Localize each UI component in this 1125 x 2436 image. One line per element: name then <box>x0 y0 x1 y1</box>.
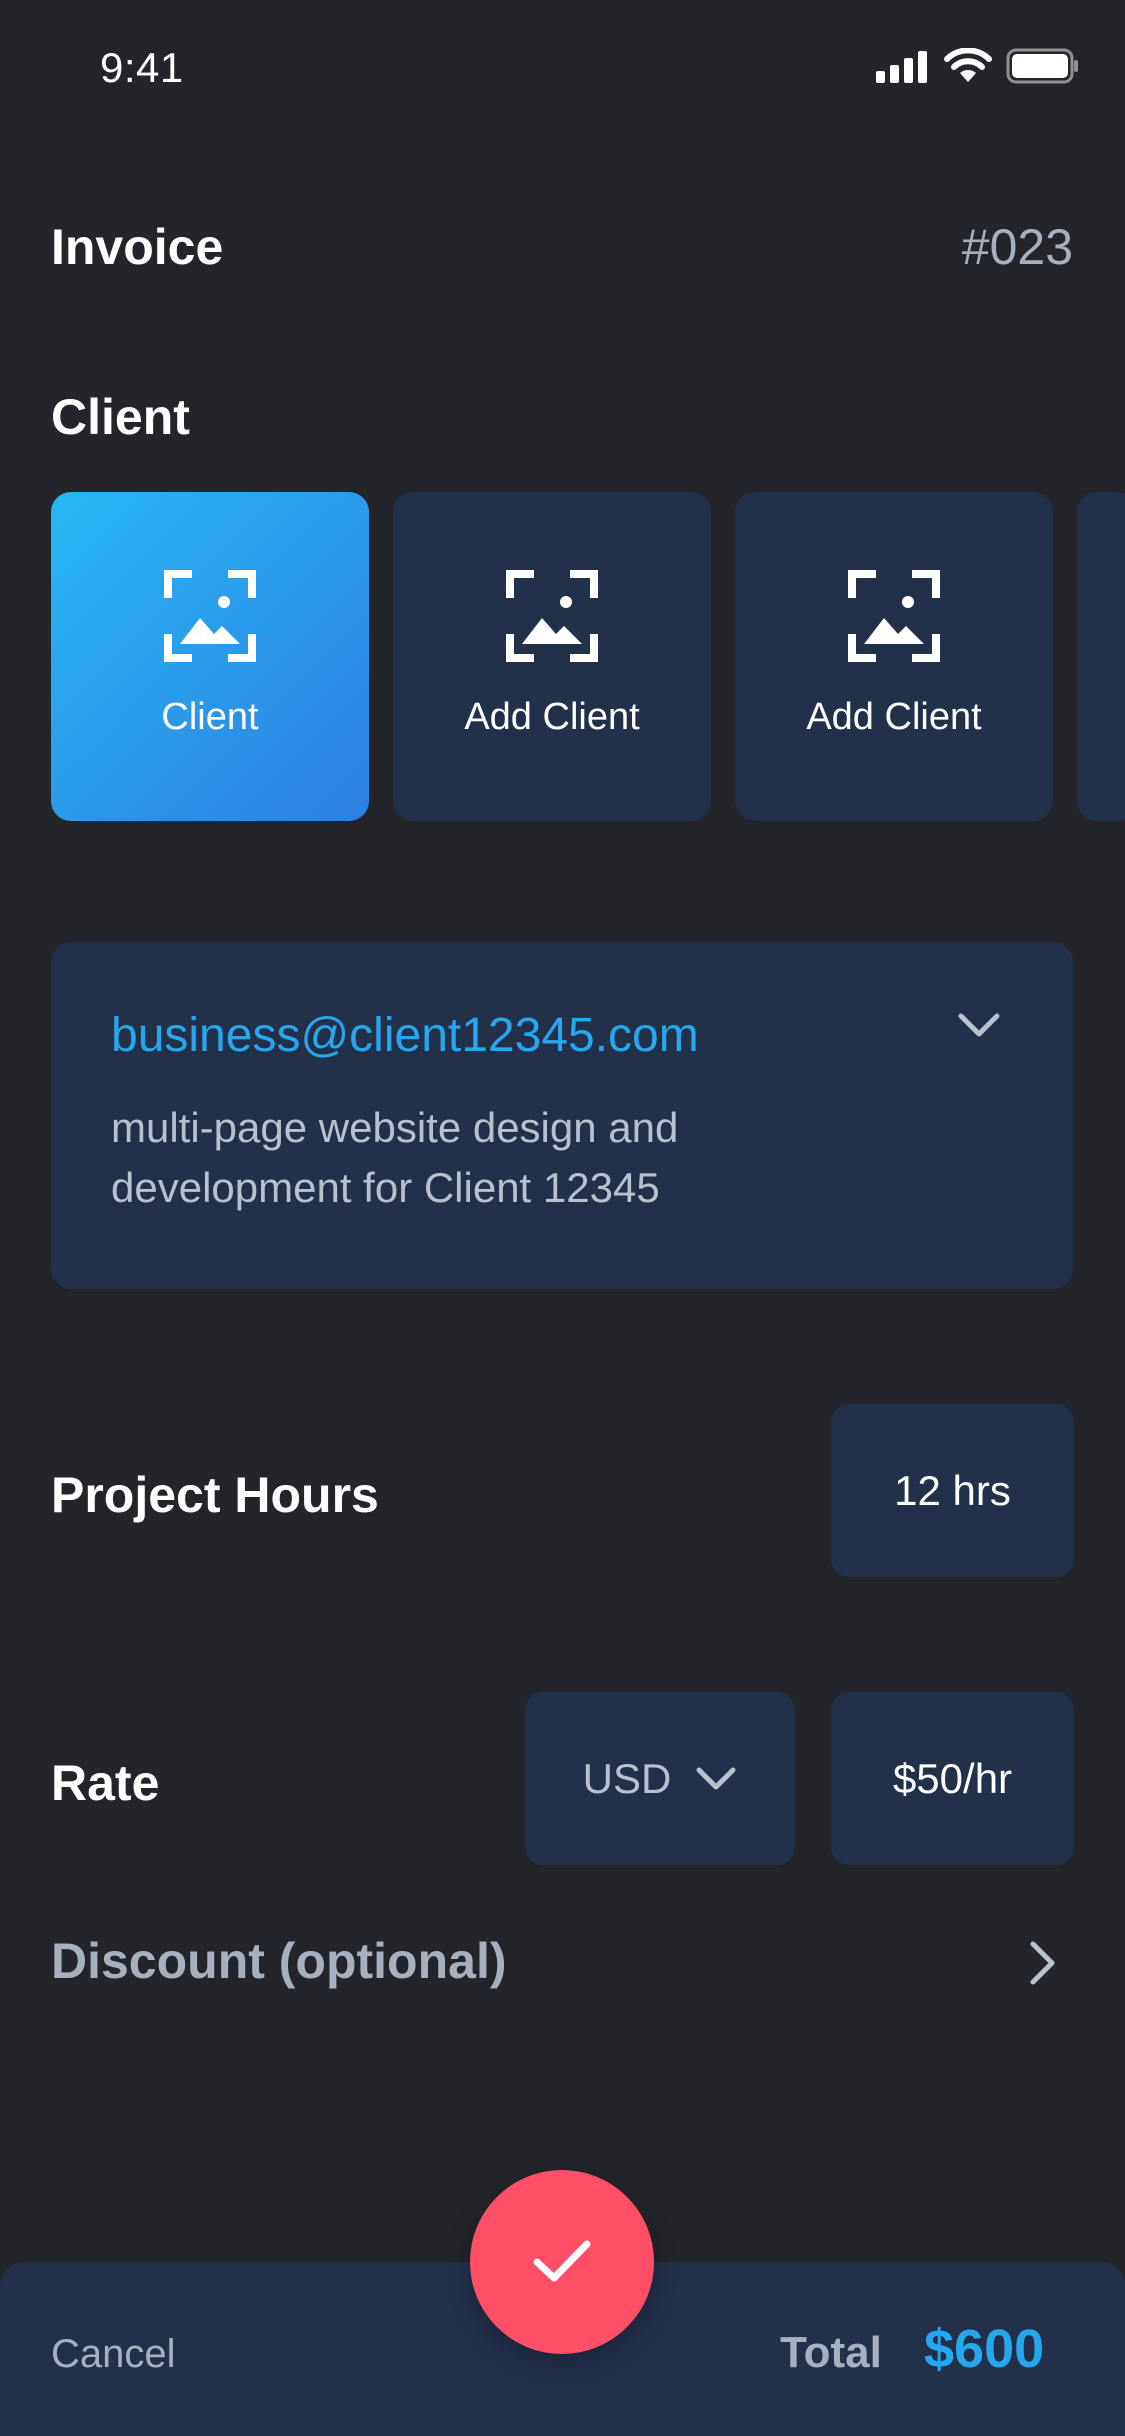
image-placeholder-icon <box>506 570 598 662</box>
project-description: multi-page website design and developmen… <box>111 1104 679 1211</box>
image-placeholder-icon <box>164 570 256 662</box>
rate-input[interactable]: $50/hr <box>831 1692 1074 1865</box>
total-value: $600 <box>924 2319 1045 2379</box>
project-hours-input[interactable]: 12 hrs <box>831 1404 1074 1577</box>
chevron-down-icon <box>696 1767 736 1789</box>
client-card-partial[interactable] <box>1077 492 1125 821</box>
client-details-dropdown[interactable]: business@client12345.com multi-page webs… <box>51 942 1073 1289</box>
currency-value: USD <box>582 1754 672 1802</box>
rate-label: Rate <box>51 1755 160 1811</box>
total-label: Total <box>780 2328 882 2377</box>
status-time: 9:41 <box>100 44 184 91</box>
client-card-label: Client <box>161 696 259 738</box>
cellular-signal-icon <box>876 51 927 83</box>
battery-icon <box>1006 48 1078 84</box>
chevron-right-icon[interactable] <box>1029 1940 1057 1986</box>
status-icons <box>876 48 1080 84</box>
currency-select[interactable]: USD <box>525 1692 795 1865</box>
confirm-button[interactable] <box>470 2170 654 2354</box>
client-heading: Client <box>51 389 190 445</box>
page-title: Invoice <box>51 219 224 275</box>
image-placeholder-icon <box>848 570 940 662</box>
client-email: business@client12345.com <box>111 1009 699 1062</box>
client-card-selected[interactable]: Client <box>51 492 369 821</box>
project-hours-label: Project Hours <box>51 1467 379 1523</box>
add-client-card[interactable]: Add Client <box>393 492 711 821</box>
chevron-down-icon[interactable] <box>957 1012 1001 1038</box>
checkmark-icon <box>533 2240 591 2282</box>
cancel-button[interactable]: Cancel <box>51 2332 176 2377</box>
discount-row[interactable]: Discount (optional) <box>51 1932 507 1990</box>
client-card-label: Add Client <box>464 696 640 738</box>
client-card-list: Client Add Client Add Client <box>51 492 1053 821</box>
wifi-icon <box>944 48 992 82</box>
add-client-card[interactable]: Add Client <box>735 492 1053 821</box>
client-card-label: Add Client <box>806 696 982 738</box>
invoice-number: #023 <box>961 219 1073 275</box>
